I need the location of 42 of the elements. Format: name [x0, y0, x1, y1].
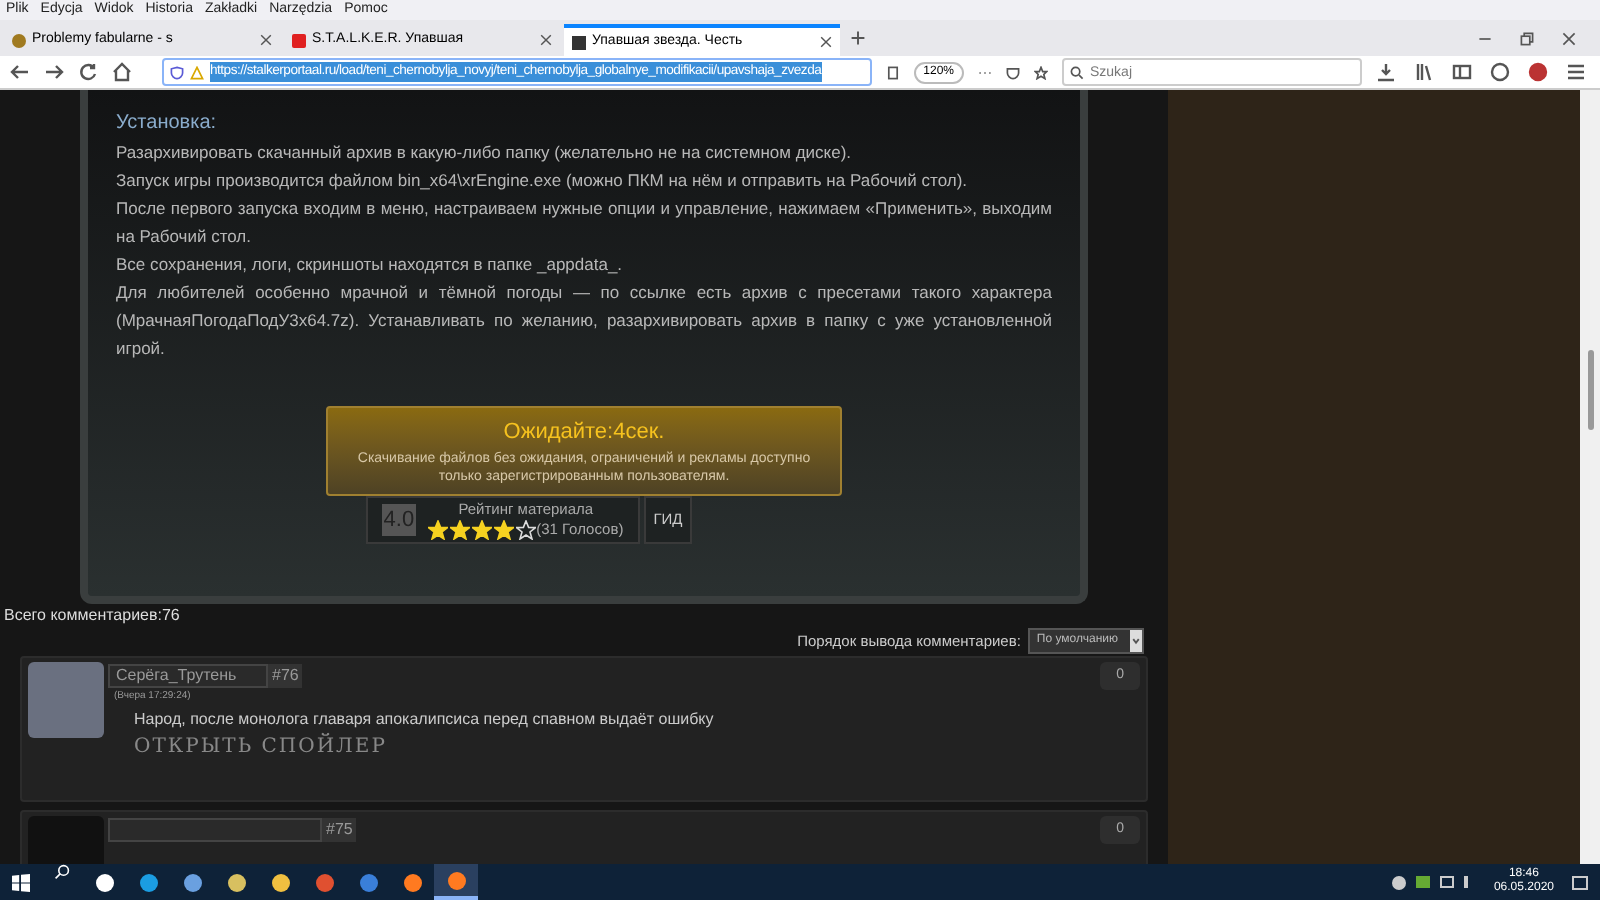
reload-icon[interactable] — [78, 62, 98, 82]
restore-icon[interactable] — [1520, 31, 1534, 45]
library-icon[interactable] — [1414, 62, 1434, 82]
paragraph: Все сохранения, логи, скриншоты находятся в папке _appdata_. — [116, 252, 625, 278]
caret-icon — [1130, 630, 1142, 652]
favicon-icon — [292, 33, 306, 47]
paragraph: После первого запуска входим в меню, настраиваем нужные опции и управление, нажимаем «Применить», выходим на Рабочий стол. — [116, 196, 1052, 250]
close-icon[interactable] — [260, 34, 272, 46]
avatar-placeholder — [28, 662, 104, 738]
forward-icon[interactable] — [44, 62, 64, 82]
star-filled-icon — [494, 519, 515, 539]
back-icon[interactable] — [10, 62, 30, 82]
paragraph: Запуск игры производится файлом bin_x64\xrEngine.exe (можно ПКМ на нём и отправить на Рабочий стол). — [116, 168, 970, 194]
comment-number: #75 — [322, 818, 357, 842]
new-tab-icon[interactable] — [850, 30, 866, 46]
paragraph: Разархивировать скачанный архив в какую-либо папку (желательно не на системном диске). — [116, 140, 854, 166]
close-icon[interactable] — [1562, 31, 1576, 45]
shield-icon[interactable] — [170, 65, 184, 79]
star-filled-icon — [450, 519, 471, 539]
star-icon[interactable] — [1034, 65, 1048, 79]
start-icon[interactable] — [12, 873, 30, 891]
star-filled-icon — [428, 519, 449, 539]
scrollbar[interactable] — [1580, 90, 1600, 864]
comment-text: Народ, после монолога главаря апокалипсиса перед спавном выдаёт ошибку — [134, 707, 716, 731]
download-icon[interactable] — [1376, 62, 1396, 82]
author-name[interactable]: Серёга_Трутень — [108, 664, 268, 688]
page-icon[interactable] — [885, 65, 900, 79]
sidebar-icon[interactable] — [1452, 62, 1472, 82]
favicon-icon — [572, 35, 586, 49]
close-icon[interactable] — [540, 34, 552, 46]
paragraph: Для любителей особенно мрачной и тёмной погоды — по ссылке есть архив с пресетами такого характера (МрачнаяПогодаПодУ3х64.7z). Устанавливать по желанию, разархивировать архив в папку с уже установленной игрой. — [116, 280, 1052, 362]
search-icon[interactable] — [1070, 65, 1084, 79]
section-heading: Установка: — [116, 110, 219, 138]
countdown-text: Ожидайте:4сек. — [503, 418, 665, 449]
spoiler-link[interactable]: ОТКРЫТЬ СПОЙЛЕР — [134, 731, 387, 761]
menu-icon[interactable] — [1566, 62, 1586, 82]
close-icon[interactable] — [820, 36, 832, 48]
favicon-icon — [12, 33, 26, 47]
home-icon[interactable] — [112, 62, 132, 82]
comment-number: #76 — [268, 664, 303, 688]
star-filled-icon — [472, 519, 493, 539]
comment-count: Всего комментариев:76 — [4, 604, 182, 628]
